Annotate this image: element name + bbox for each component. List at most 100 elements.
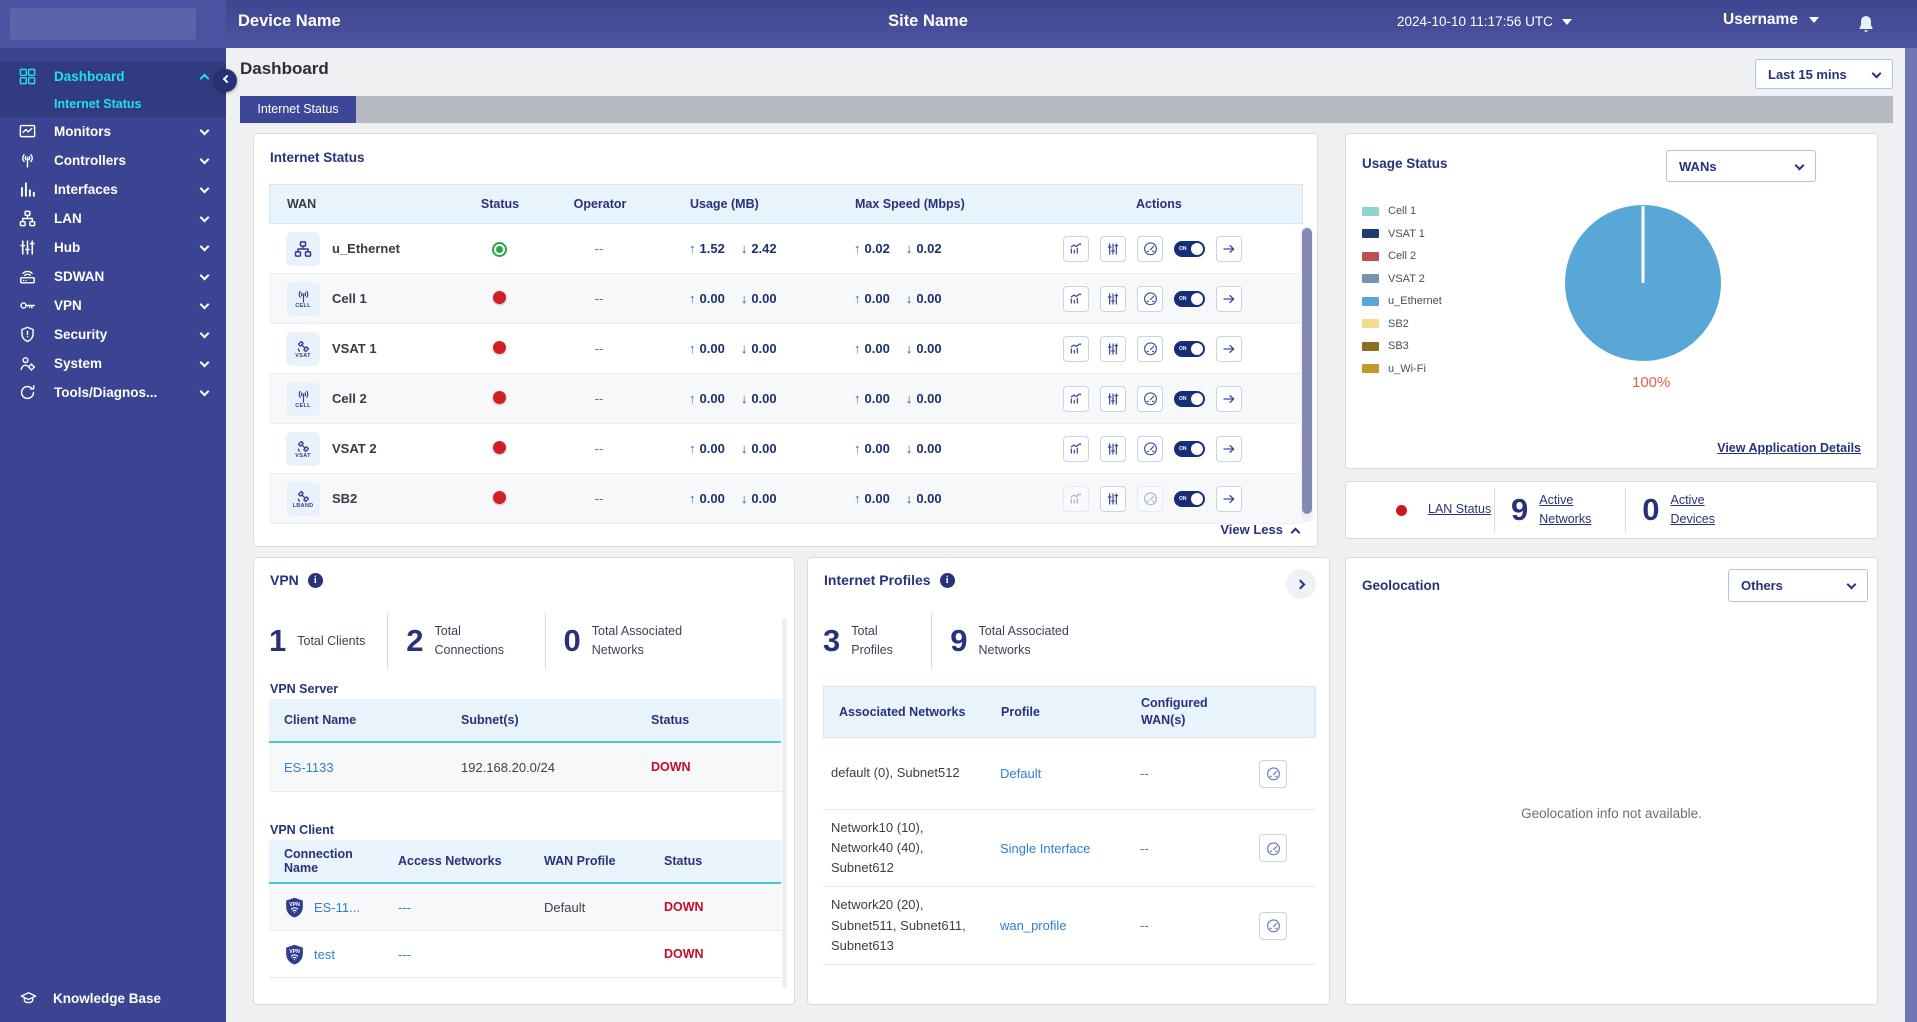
enable-toggle[interactable]: ON	[1174, 340, 1205, 357]
arrow-right-button[interactable]	[1216, 385, 1242, 412]
usage-filter-select[interactable]: WANs	[1666, 150, 1816, 182]
chart-icon-button[interactable]	[1063, 485, 1089, 512]
arrow-right-button[interactable]	[1216, 435, 1242, 462]
view-application-details-link[interactable]: View Application Details	[1717, 441, 1861, 455]
sidebar-item-dashboard[interactable]: Dashboard	[0, 62, 226, 91]
active-devices-link[interactable]: Active Devices	[1671, 491, 1741, 529]
legend-swatch	[1362, 364, 1379, 374]
username-text: Username	[1723, 11, 1798, 28]
enable-toggle[interactable]: ON	[1174, 390, 1205, 407]
wan-name: Cell 2	[332, 391, 367, 406]
gauge-icon-button[interactable]	[1137, 435, 1163, 462]
gauge-button[interactable]	[1259, 759, 1287, 788]
page-scrollbar[interactable]	[1905, 48, 1917, 1022]
sliders-icon-button[interactable]	[1100, 385, 1126, 412]
enable-toggle[interactable]: ON	[1174, 440, 1205, 457]
gauge-icon-button[interactable]	[1137, 485, 1163, 512]
knowledge-base-link[interactable]: Knowledge Base	[18, 989, 161, 1007]
vpn-stats: 1 Total Clients 2 Total Connections 0 Total A…	[269, 606, 718, 676]
profile-link[interactable]: wan_profile	[985, 918, 1125, 933]
chart-icon-button[interactable]	[1063, 285, 1089, 312]
view-less-link[interactable]: View Less	[1220, 522, 1301, 537]
sidebar-item-interfaces[interactable]: Interfaces	[0, 175, 226, 204]
gauge-icon-button[interactable]	[1137, 335, 1163, 362]
internet-status-table-body: u_Ethernet -- ↑ 1.52 ↓ 2.42 ↑ 0.02 ↓ 0.02 ON CELL Ce…	[269, 224, 1303, 524]
arrow-right-button[interactable]	[1216, 235, 1242, 262]
actions-cell: ON	[1059, 385, 1303, 412]
column-header: Operator	[573, 197, 627, 211]
scrollbar-thumb[interactable]	[1302, 228, 1312, 514]
arrow-right-button[interactable]	[1216, 485, 1242, 512]
stat-item: 1 Total Clients	[269, 623, 369, 659]
profile-link[interactable]: Single Interface	[985, 841, 1125, 856]
sidebar-item-tools-diagnos[interactable]: Tools/Diagnos...	[0, 378, 226, 407]
arrow-right-button[interactable]	[1216, 335, 1242, 362]
chevron-down-icon	[1794, 160, 1805, 170]
column-header: Profile	[1001, 704, 1040, 719]
pie-percentage-label: 100%	[1632, 374, 1671, 391]
gauge-button[interactable]	[1259, 911, 1287, 940]
sliders-icon-button[interactable]	[1100, 435, 1126, 462]
pie-legend: Cell 1 VSAT 1 Cell 2 VSAT 2 u_Ethernet SB2 SB3…	[1362, 200, 1442, 380]
gauge-icon-button[interactable]	[1137, 285, 1163, 312]
sliders-icon-button[interactable]	[1100, 485, 1126, 512]
info-icon[interactable]	[939, 572, 955, 588]
gauge-cell	[1230, 834, 1316, 863]
user-menu[interactable]: Username	[1723, 11, 1819, 29]
info-icon[interactable]	[307, 572, 323, 588]
wan-name: VSAT 1	[332, 341, 377, 356]
sidebar-item-security[interactable]: Security	[0, 320, 226, 349]
chart-icon-button[interactable]	[1063, 435, 1089, 462]
sidebar-item-controllers[interactable]: Controllers	[0, 146, 226, 175]
active-networks-link[interactable]: Active Networks	[1539, 491, 1609, 529]
sidebar-item-system[interactable]: System	[0, 349, 226, 378]
legend-item: Cell 2	[1362, 245, 1442, 268]
sidebar-item-hub[interactable]: Hub	[0, 233, 226, 262]
tools-icon	[18, 383, 40, 403]
sidebar-item-lan[interactable]: LAN	[0, 204, 226, 233]
sidebar-item-internet-status[interactable]: Internet Status	[0, 91, 226, 117]
caret-down-icon	[1808, 17, 1819, 23]
wan-cell: CELL Cell 2	[269, 381, 464, 416]
time-range-select[interactable]: Last 15 mins	[1755, 59, 1893, 89]
profile-row: default (0), Subnet512 Default --	[823, 738, 1316, 810]
up-arrow-icon: ↑	[689, 391, 696, 406]
configured-wans-value: --	[1140, 918, 1149, 934]
client-name-link[interactable]: ES-1133	[269, 760, 446, 775]
sliders-icon-button[interactable]	[1100, 335, 1126, 362]
profiles-next-button[interactable]	[1286, 569, 1316, 599]
sidebar-item-vpn[interactable]: VPN	[0, 291, 226, 320]
arrow-right-button[interactable]	[1216, 285, 1242, 312]
tab-internet-status[interactable]: Internet Status	[240, 96, 356, 123]
chart-icon-button[interactable]	[1063, 335, 1089, 362]
connection-name-link[interactable]: ES-11...	[314, 900, 360, 915]
chart-icon-button[interactable]	[1063, 235, 1089, 262]
connection-name-link[interactable]: test	[314, 947, 335, 962]
up-arrow-icon: ↑	[689, 291, 696, 306]
sliders-icon-button[interactable]	[1100, 235, 1126, 262]
gauge-button[interactable]	[1259, 834, 1287, 863]
panel-scrollbar[interactable]	[782, 618, 787, 988]
enable-toggle[interactable]: ON	[1174, 490, 1205, 507]
chart-icon-button[interactable]	[1063, 385, 1089, 412]
operator-cell: --	[594, 441, 604, 456]
sliders-icon-button[interactable]	[1100, 285, 1126, 312]
enable-toggle[interactable]: ON	[1174, 240, 1205, 257]
notifications-bell-icon[interactable]	[1856, 13, 1876, 35]
gauge-icon-button[interactable]	[1137, 385, 1163, 412]
status-cell	[464, 340, 534, 357]
profile-link[interactable]: Default	[985, 766, 1125, 781]
sidebar-item-sdwan[interactable]: SDWAN	[0, 262, 226, 291]
enable-toggle[interactable]: ON	[1174, 290, 1205, 307]
stat-divider	[931, 613, 933, 669]
lan-status-link[interactable]: LAN Status	[1428, 500, 1494, 519]
timestamp-dropdown[interactable]: 2024-10-10 11:17:56 UTC	[1397, 14, 1572, 29]
vpn-title: VPN	[270, 572, 299, 588]
geolocation-filter-select[interactable]: Others	[1728, 569, 1868, 602]
speed-cell: ↑ 0.00 ↓ 0.00	[829, 341, 1059, 356]
table-scrollbar[interactable]	[1301, 226, 1313, 522]
sidebar-item-monitors[interactable]: Monitors	[0, 117, 226, 146]
stat-label: Total Profiles	[851, 624, 893, 657]
gauge-icon-button[interactable]	[1137, 235, 1163, 262]
sidebar-collapse-button[interactable]	[214, 69, 237, 92]
